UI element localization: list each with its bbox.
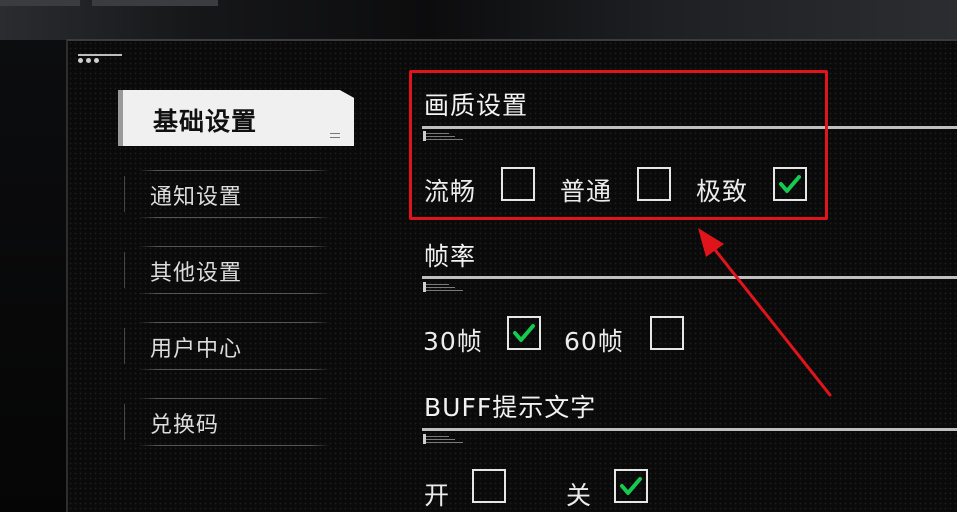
arrow-icon — [698, 228, 832, 397]
game-settings-screen: 基础设置 通知设置 其他设置 用户中心 兑换码 画质设置 流畅 普通 极致 帧率… — [0, 0, 957, 512]
